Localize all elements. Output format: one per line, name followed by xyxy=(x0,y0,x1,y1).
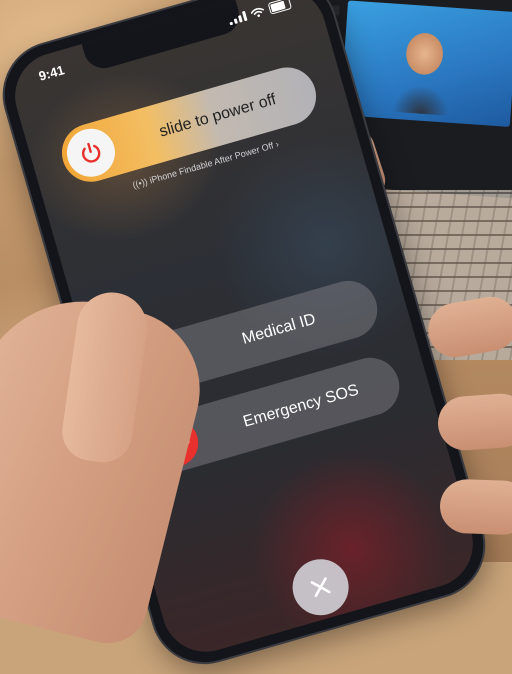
chevron-right-icon: › xyxy=(274,138,280,150)
cancel-button[interactable] xyxy=(285,552,356,622)
signal-waves-icon: ((•)) xyxy=(131,176,149,191)
power-knob[interactable] xyxy=(61,123,121,183)
close-icon xyxy=(310,577,331,598)
status-icons xyxy=(227,0,293,26)
finger-2 xyxy=(436,391,512,453)
finger-3 xyxy=(439,478,512,536)
laptop-screen-person xyxy=(380,21,465,117)
wifi-icon xyxy=(250,7,265,17)
power-icon xyxy=(81,142,101,163)
cellular-signal-icon xyxy=(228,10,248,26)
battery-icon xyxy=(267,0,293,15)
laptop-screen xyxy=(340,0,512,127)
status-time: 9:41 xyxy=(36,62,67,84)
power-slider-label: slide to power off xyxy=(157,91,279,141)
